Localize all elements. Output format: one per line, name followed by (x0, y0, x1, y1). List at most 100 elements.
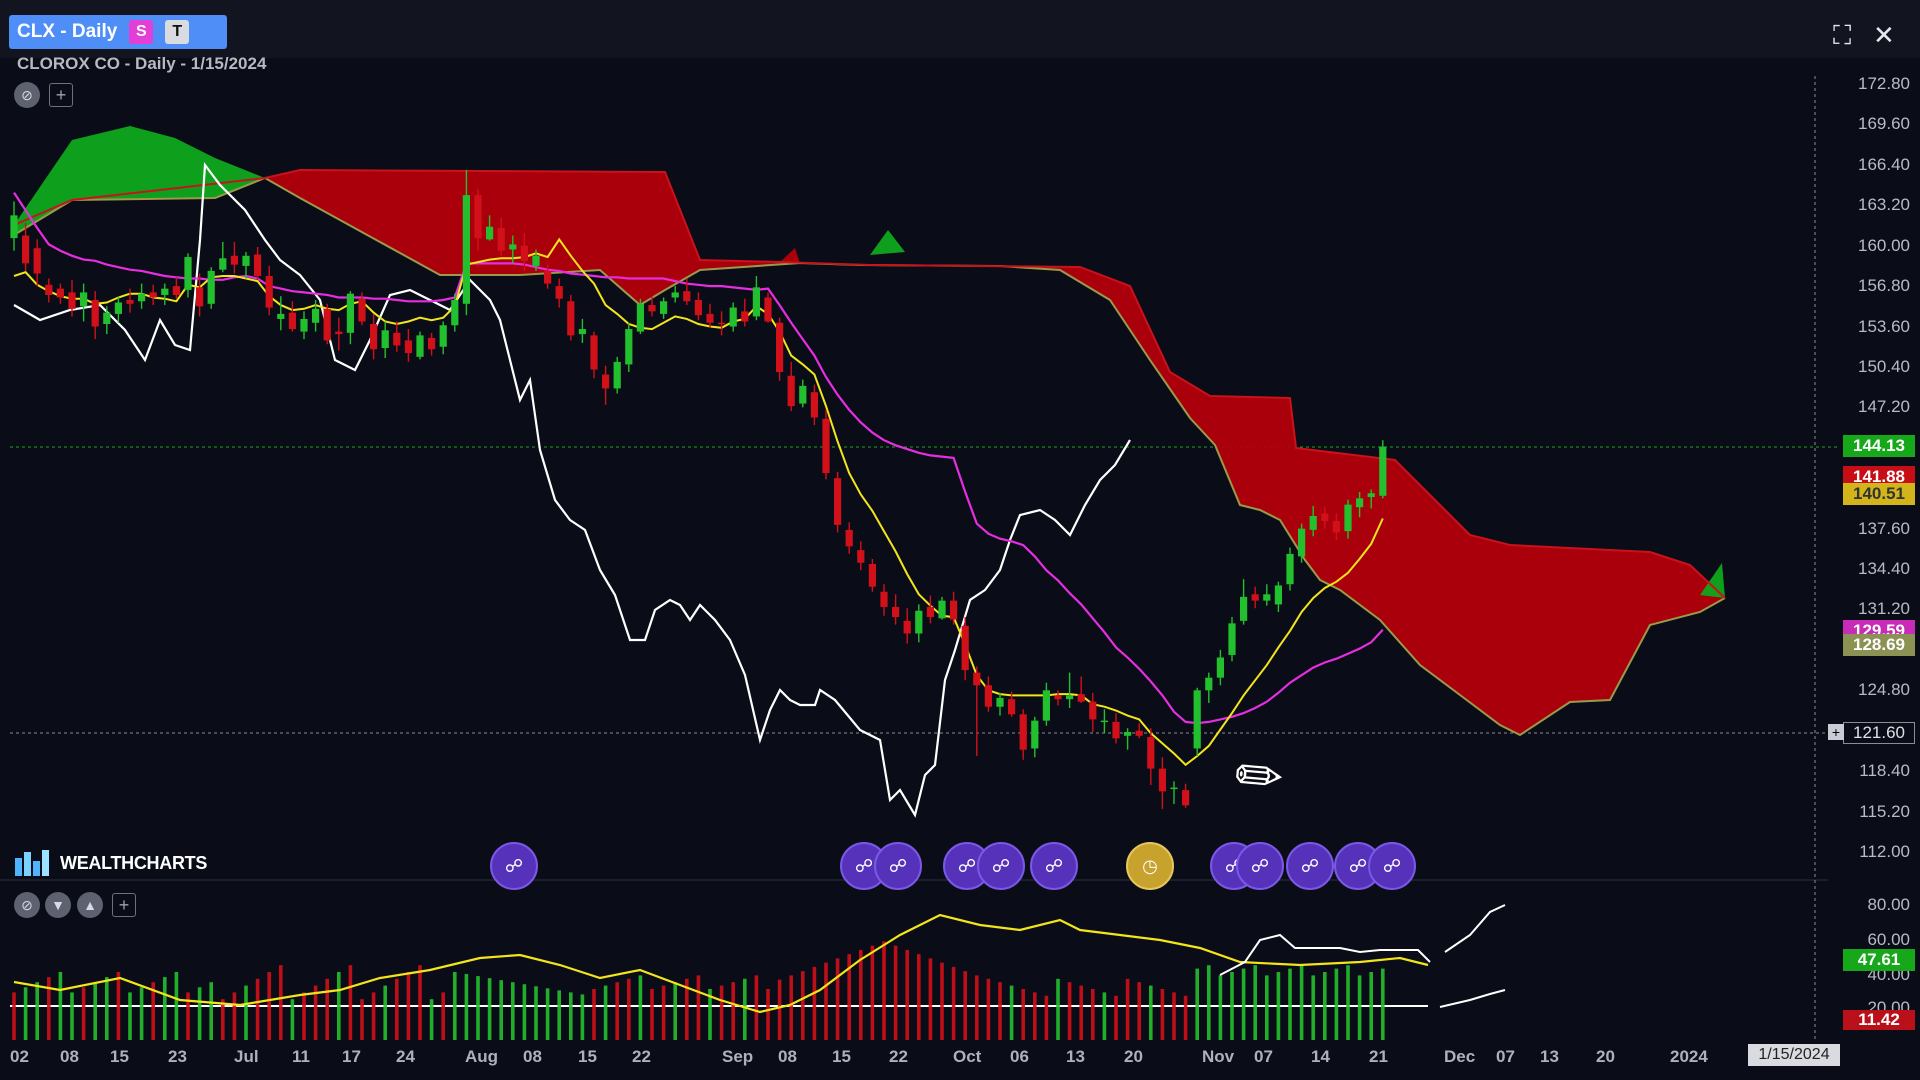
price-candle (1089, 692, 1097, 732)
ichimoku-cloud (870, 230, 905, 255)
indicator-bar (580, 994, 585, 1040)
date-axis-label: 21 (1369, 1047, 1388, 1066)
date-axis-label: 22 (889, 1047, 908, 1066)
indicator-bar (244, 985, 248, 1040)
price-candle (1031, 716, 1039, 758)
price-candle (138, 283, 146, 309)
price-axis-label: 160.00 (1858, 235, 1910, 255)
indicator-bar (731, 982, 735, 1040)
date-axis-label: 08 (778, 1047, 797, 1066)
date-axis-label: 22 (632, 1047, 651, 1066)
ichimoku-cloud (265, 170, 1725, 735)
price-candle (1100, 709, 1108, 734)
indicator-bar (1218, 975, 1223, 1040)
price-candle (1274, 581, 1282, 612)
price-candle (149, 284, 157, 306)
news-event-icon[interactable]: ☍ (1030, 842, 1078, 890)
price-candle (938, 596, 946, 620)
indicator-bar (777, 979, 782, 1040)
indicator-bar (1265, 975, 1269, 1040)
price-candle (694, 292, 702, 321)
indicator-bar (290, 999, 295, 1040)
chevron-up-icon[interactable]: ▲ (77, 892, 103, 918)
price-candle (184, 253, 192, 298)
indicator-hide-icon[interactable]: ⊘ (14, 892, 40, 918)
price-candle (1077, 676, 1085, 703)
indicator-bar (128, 992, 132, 1040)
price-candle (973, 666, 981, 756)
price-axis-label: 137.60 (1858, 518, 1910, 538)
price-candle (834, 471, 842, 533)
price-axis-label: 118.40 (1859, 761, 1910, 781)
price-candle (961, 617, 969, 681)
indicator-bar (766, 989, 770, 1040)
indicator-bar (116, 972, 121, 1040)
price-axis-label: 147.20 (1858, 397, 1910, 417)
ichimoku-cloud (14, 126, 265, 235)
indicator-bar (545, 988, 550, 1040)
price-candle (1124, 728, 1132, 750)
price-axis-label: 172.80 (1858, 74, 1910, 93)
indicator-bar (1183, 995, 1188, 1040)
price-candle (370, 313, 378, 360)
chevron-down-icon[interactable]: ▼ (45, 892, 71, 918)
news-event-icon[interactable]: ☍ (977, 842, 1025, 890)
price-candle (613, 356, 621, 394)
date-axis-label: 15 (110, 1047, 129, 1066)
price-candle (984, 676, 992, 712)
earnings-clock-icon[interactable]: ◷ (1126, 842, 1174, 890)
price-chart[interactable] (0, 0, 1920, 1080)
indicator-bar (81, 987, 86, 1040)
price-candle (428, 332, 436, 356)
date-axis-label: 20 (1124, 1047, 1143, 1066)
price-candle (1054, 690, 1062, 706)
price-candle (91, 291, 99, 340)
indicator-bar (1137, 982, 1141, 1040)
indicator-bar (661, 985, 666, 1040)
indicator-add-icon[interactable]: + (112, 893, 136, 917)
price-axis-label: 115.20 (1859, 801, 1910, 821)
date-axis-label: 02 (10, 1047, 29, 1066)
indicator-bar (1334, 968, 1339, 1040)
news-event-icon[interactable]: ☍ (490, 842, 538, 890)
date-axis-label: 20 (1596, 1047, 1615, 1066)
price-candle (950, 591, 958, 625)
price-candle (718, 311, 726, 336)
news-event-icon[interactable]: ☍ (874, 842, 922, 890)
price-candle (1066, 672, 1074, 708)
indicator-bar (58, 972, 63, 1040)
price-candle (706, 303, 714, 328)
indicator-bar (499, 980, 503, 1040)
indicator-bar (12, 992, 16, 1040)
indicator-bar (441, 992, 445, 1040)
price-candle (1182, 783, 1190, 808)
price-candle (1170, 781, 1178, 804)
add-alert-icon[interactable]: + (1828, 724, 1844, 740)
price-axis-label: 163.20 (1858, 195, 1910, 215)
wealthcharts-logo-text: WEALTHCHARTS (60, 852, 208, 873)
indicator-bar (1357, 975, 1362, 1040)
price-candle (172, 277, 180, 299)
price-axis-label: 166.40 (1858, 154, 1910, 174)
indicator-bar (279, 965, 283, 1040)
indicator-bar (1276, 972, 1281, 1040)
news-event-icon[interactable]: ☍ (1286, 842, 1334, 890)
news-event-icon[interactable]: ☍ (1368, 842, 1416, 890)
wealthcharts-logo: WEALTHCHARTS (14, 848, 207, 878)
price-candle (1205, 672, 1213, 703)
date-axis-label: 24 (396, 1047, 415, 1066)
indicator-bar (870, 945, 875, 1040)
price-candle (381, 321, 389, 359)
price-candle (219, 241, 227, 273)
price-candle (207, 267, 215, 309)
price-candle (810, 384, 818, 426)
price-candle (741, 298, 749, 327)
price-candle (602, 365, 610, 405)
news-event-icon[interactable]: ☍ (1236, 842, 1284, 890)
price-candle (1251, 586, 1259, 609)
price-candle (254, 246, 262, 280)
indicator-bar (1091, 989, 1095, 1040)
date-axis-label: 13 (1066, 1047, 1085, 1066)
indicator-bar (348, 965, 353, 1040)
price-candle (1193, 687, 1201, 756)
